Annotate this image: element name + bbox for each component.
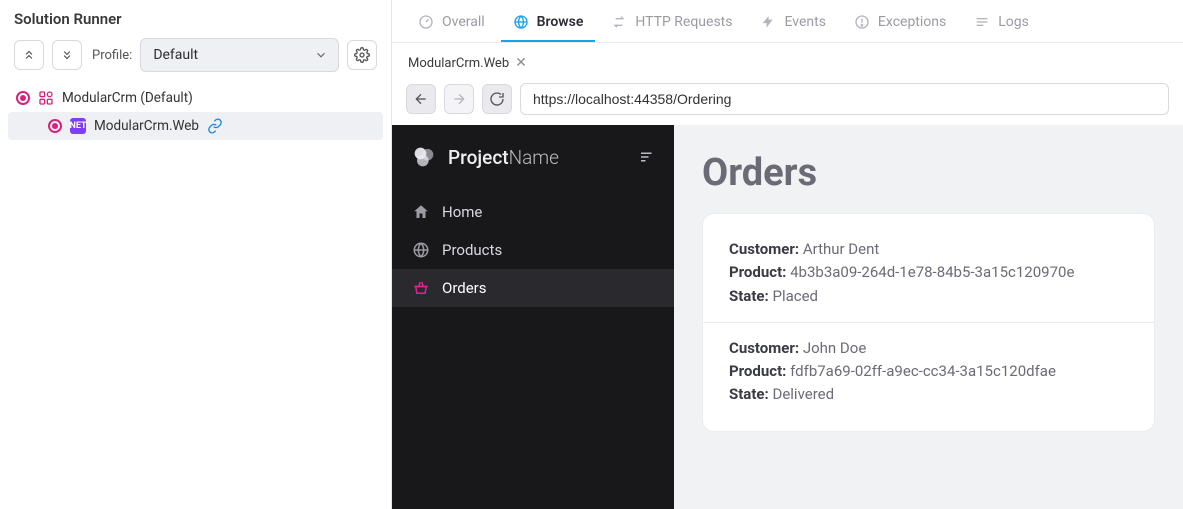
- close-icon[interactable]: ✕: [515, 55, 527, 71]
- tree-child-label: ModularCrm.Web: [94, 118, 199, 134]
- panel-toolbar: Profile: Default: [0, 34, 391, 82]
- tab-events[interactable]: Events: [748, 8, 837, 42]
- order-card: Customer: John Doe Product: fdfb7a69-02f…: [703, 322, 1154, 421]
- profile-select[interactable]: Default: [140, 38, 339, 72]
- url-input[interactable]: [520, 83, 1169, 115]
- lines-icon: [974, 14, 990, 30]
- basket-icon: [412, 279, 430, 297]
- tab-label: Logs: [998, 14, 1029, 30]
- gear-icon: [354, 47, 370, 63]
- customer-value: John Doe: [803, 339, 866, 357]
- brand-logo-icon: [410, 143, 438, 171]
- product-value: 4b3b3a09-264d-1e78-84b5-3a15c120970e: [790, 263, 1074, 281]
- arrow-left-icon: [413, 91, 429, 107]
- customer-value: Arthur Dent: [803, 240, 879, 258]
- browser-tab[interactable]: ModularCrm.Web ✕: [406, 51, 529, 75]
- tree-root-label: ModularCrm (Default): [62, 90, 193, 106]
- apps-icon: [38, 90, 54, 106]
- state-value: Delivered: [772, 385, 834, 403]
- chevron-down-icon: [314, 48, 328, 62]
- tree-root-item[interactable]: ModularCrm (Default): [8, 84, 383, 112]
- tab-label: Events: [784, 14, 825, 30]
- field-label: Product:: [729, 362, 786, 380]
- link-icon: [207, 118, 223, 134]
- tab-label: Exceptions: [878, 14, 946, 30]
- tab-label: Overall: [442, 14, 485, 30]
- orders-list: Customer: Arthur Dent Product: 4b3b3a09-…: [702, 213, 1155, 432]
- menu-toggle-button[interactable]: [638, 148, 656, 166]
- tab-label: HTTP Requests: [635, 14, 732, 30]
- brand-name: ProjectName: [448, 146, 559, 169]
- expand-down-button[interactable]: [52, 40, 82, 70]
- field-label: State:: [729, 287, 769, 305]
- swap-icon: [611, 14, 627, 30]
- collapse-up-button[interactable]: [14, 40, 44, 70]
- panel-title: Solution Runner: [0, 0, 391, 34]
- page-heading: Orders: [702, 151, 1155, 195]
- nav-label: Orders: [442, 279, 487, 297]
- app-nav: Home Products Orders: [392, 193, 674, 307]
- tree-child-item[interactable]: NET ModularCrm.Web: [8, 112, 383, 140]
- status-indicator-icon: [48, 119, 62, 133]
- tabs-bar: Overall Browse HTTP Requests Events Exce…: [392, 0, 1183, 43]
- solution-runner-panel: Solution Runner Profile: Default: [0, 0, 392, 509]
- tab-http-requests[interactable]: HTTP Requests: [599, 8, 744, 42]
- settings-button[interactable]: [347, 40, 377, 70]
- nav-orders[interactable]: Orders: [392, 269, 674, 307]
- tab-browse[interactable]: Browse: [501, 8, 596, 42]
- field-label: State:: [729, 385, 769, 403]
- forward-button[interactable]: [444, 84, 474, 114]
- profile-label: Profile:: [92, 48, 132, 63]
- nav-products[interactable]: Products: [392, 231, 674, 269]
- tab-logs[interactable]: Logs: [962, 8, 1041, 42]
- project-type-badge: NET: [70, 118, 86, 134]
- profile-selected-value: Default: [153, 47, 198, 63]
- app-sidebar: ProjectName Home Products: [392, 125, 674, 509]
- order-card: Customer: Arthur Dent Product: 4b3b3a09-…: [703, 224, 1154, 322]
- menu-icon: [638, 148, 656, 166]
- back-button[interactable]: [406, 84, 436, 114]
- solution-tree: ModularCrm (Default) NET ModularCrm.Web: [0, 82, 391, 142]
- home-icon: [412, 203, 430, 221]
- browser-tab-strip: ModularCrm.Web ✕: [392, 43, 1183, 77]
- reload-icon: [489, 91, 505, 107]
- field-label: Product:: [729, 263, 786, 281]
- state-value: Placed: [772, 287, 818, 305]
- tab-label: Browse: [537, 14, 584, 30]
- app-main: Orders Customer: Arthur Dent Product: 4b…: [674, 125, 1183, 509]
- arrow-right-icon: [451, 91, 467, 107]
- right-panel: Overall Browse HTTP Requests Events Exce…: [392, 0, 1183, 509]
- address-bar: [392, 77, 1183, 125]
- nav-label: Home: [442, 203, 482, 221]
- globe-icon: [412, 241, 430, 259]
- nav-home[interactable]: Home: [392, 193, 674, 231]
- field-label: Customer:: [729, 240, 799, 258]
- alert-icon: [854, 14, 870, 30]
- brand: ProjectName: [392, 125, 674, 183]
- reload-button[interactable]: [482, 84, 512, 114]
- gauge-icon: [418, 14, 434, 30]
- embedded-page: ProjectName Home Products: [392, 125, 1183, 509]
- field-label: Customer:: [729, 339, 799, 357]
- bolt-icon: [760, 14, 776, 30]
- status-indicator-icon: [16, 91, 30, 105]
- tab-overall[interactable]: Overall: [406, 8, 497, 42]
- product-value: fdfb7a69-02ff-a9ec-cc34-3a15c120dfae: [790, 362, 1056, 380]
- globe-icon: [513, 14, 529, 30]
- browser-tab-label: ModularCrm.Web: [408, 56, 509, 71]
- nav-label: Products: [442, 241, 502, 259]
- tab-exceptions[interactable]: Exceptions: [842, 8, 958, 42]
